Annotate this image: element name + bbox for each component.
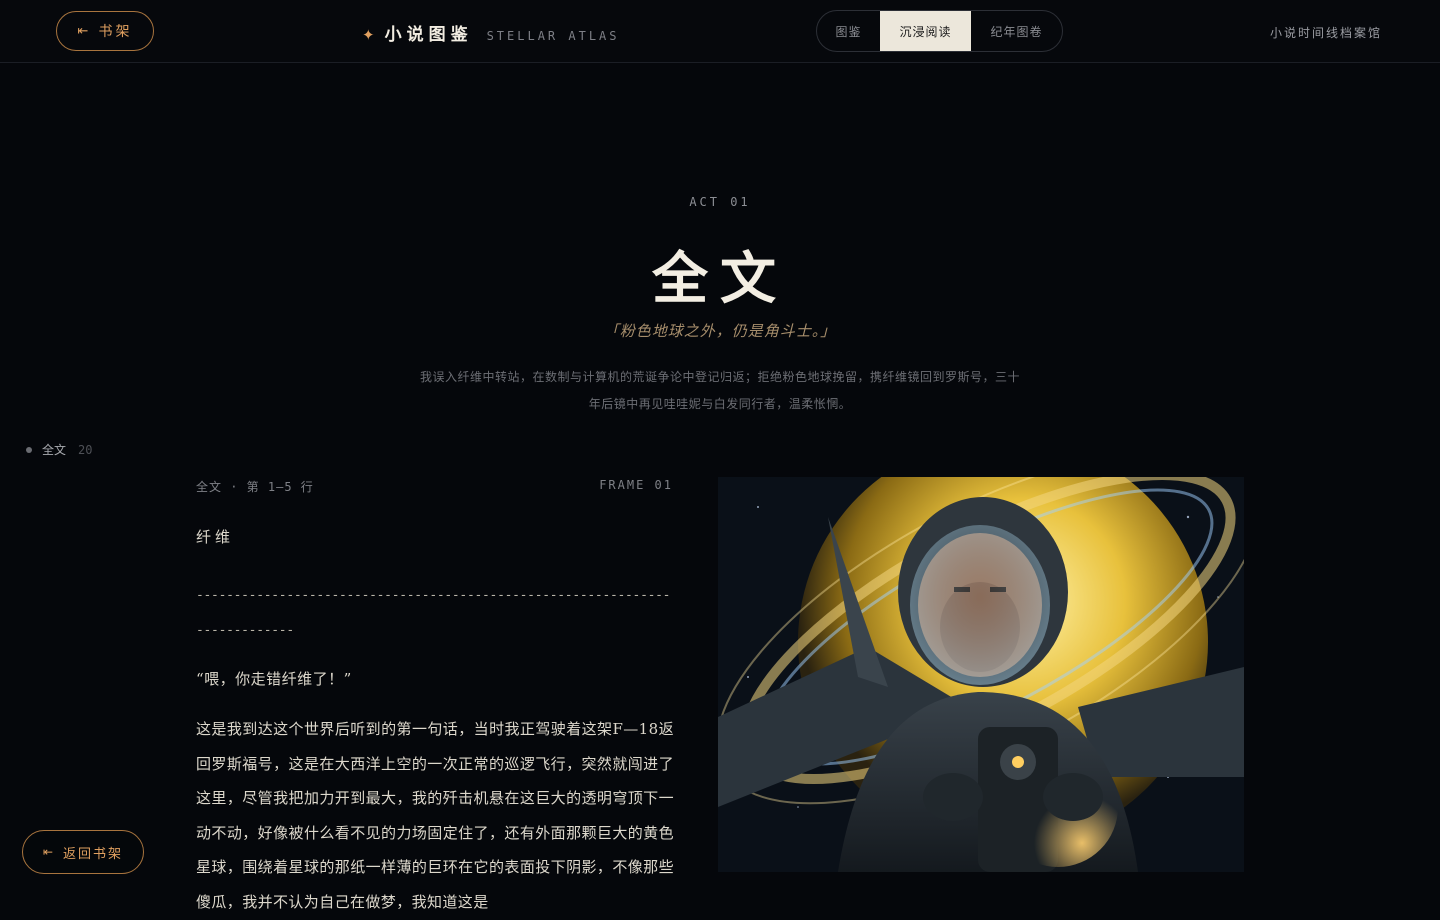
illustration-svg	[718, 477, 1244, 872]
return-label: 返回书架	[63, 846, 124, 862]
chapter-summary: 我误入纤维中转站，在数制与计算机的荒诞争论中登记归返；拒绝粉色地球挽留，携纤维镜…	[419, 370, 1020, 411]
back-arrow-icon: ⇤	[42, 845, 54, 859]
bookshelf-button[interactable]: ⇤ 书架	[56, 11, 154, 51]
sparkle-icon: ✦	[362, 26, 375, 44]
side-nav-count: 20	[78, 442, 93, 457]
tab-immersive-reading[interactable]: 沉浸阅读	[880, 11, 971, 51]
dialog-line: “喂，你走错纤维了！”	[196, 670, 352, 688]
side-nav-label: 全文	[42, 443, 67, 457]
bullet-dot-icon	[26, 446, 32, 453]
pilot-in-space-illustration	[718, 477, 1244, 872]
body-paragraph: 这是我到达这个世界后听到的第一句话，当时我正驾驶着这架F—18返回罗斯福号，这是…	[196, 720, 674, 911]
top-bar: ⇤ 书架 ✦ 小说图鉴 STELLAR ATLAS 图鉴 沉浸阅读 纪年图卷 小…	[0, 0, 1440, 63]
return-to-shelf-button[interactable]: ⇤ 返回书架	[22, 830, 144, 874]
brand-subtitle: STELLAR ATLAS	[486, 29, 620, 43]
reading-text: 纤维 -------------------------------------…	[196, 520, 674, 920]
page-title: 全文	[652, 246, 788, 312]
frame-label: FRAME 01	[599, 478, 673, 492]
view-tabs: 图鉴 沉浸阅读 纪年图卷	[816, 10, 1063, 52]
archive-title: 小说时间线档案馆	[1269, 26, 1382, 40]
chapter-heading: 纤维	[196, 528, 235, 546]
text-divider: ----------------------------------------…	[196, 588, 671, 638]
reading-position: 全文 · 第 1–5 行	[196, 480, 314, 494]
tab-chronicle[interactable]: 纪年图卷	[971, 11, 1062, 51]
side-nav-item-fulltext[interactable]: 全文 20	[26, 441, 92, 458]
brand: ✦ 小说图鉴 STELLAR ATLAS	[362, 20, 620, 45]
tab-atlas[interactable]: 图鉴	[817, 11, 880, 51]
act-label: ACT 01	[689, 195, 751, 209]
brand-name: 小说图鉴	[384, 25, 473, 45]
bookshelf-label: 书架	[98, 24, 133, 40]
back-to-shelf-icon: ⇤	[77, 23, 89, 39]
epigraph-quote: 「粉色地球之外，仍是角斗士。」	[603, 322, 837, 340]
